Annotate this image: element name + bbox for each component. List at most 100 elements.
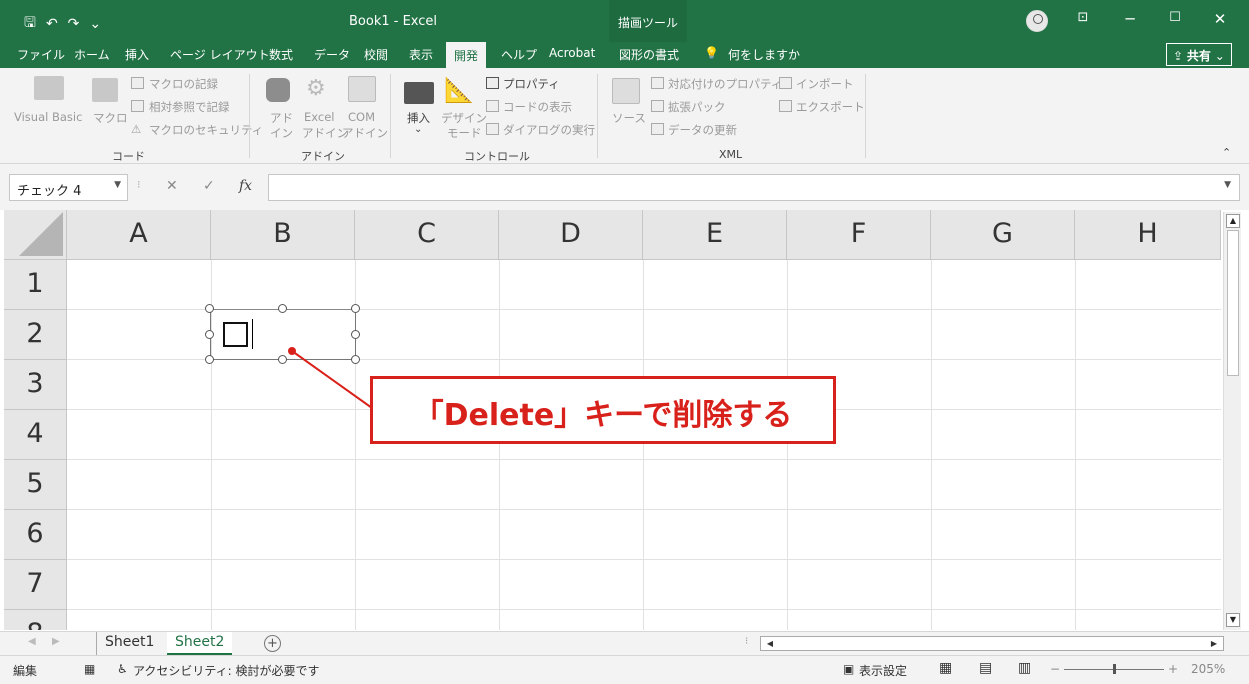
normal-view-icon[interactable]: ▦ <box>939 660 952 676</box>
column-header[interactable]: C <box>355 210 499 260</box>
page-break-view-icon[interactable]: ▥ <box>1018 660 1031 676</box>
qat-customize-icon[interactable]: ⌄ <box>89 16 101 32</box>
design-mode-label-2[interactable]: モード <box>447 125 482 141</box>
prev-sheet-icon[interactable]: ◀ <box>28 636 36 647</box>
accessibility-status[interactable]: アクセシビリティ: 検討が必要です <box>133 662 320 679</box>
column-header[interactable]: A <box>67 210 211 260</box>
minimize-button[interactable]: ─ <box>1120 10 1140 28</box>
relative-reference-button[interactable]: 相対参照で記録 <box>149 99 230 115</box>
name-box[interactable]: チェック 4 ▼ <box>9 174 128 201</box>
macro-button[interactable]: マクロ <box>93 110 128 126</box>
column-header[interactable]: E <box>643 210 787 260</box>
tab-view[interactable]: 表示 <box>409 46 433 63</box>
design-mode-label-1[interactable]: デザイン <box>441 110 487 126</box>
xml-source-button[interactable]: ソース <box>612 110 646 126</box>
run-dialog-button[interactable]: ダイアログの実行 <box>503 122 595 138</box>
resize-handle[interactable] <box>205 304 214 313</box>
column-header[interactable]: F <box>787 210 931 260</box>
resize-handle[interactable] <box>351 355 360 364</box>
view-code-button[interactable]: コードの表示 <box>503 99 572 115</box>
collapse-ribbon-icon[interactable]: ⌃ <box>1222 146 1231 159</box>
addin-label-1[interactable]: アド <box>270 110 293 126</box>
account-avatar-icon[interactable] <box>1026 10 1048 32</box>
add-sheet-icon[interactable]: + <box>264 635 281 652</box>
record-macro-button[interactable]: マクロの記録 <box>149 76 218 92</box>
resize-handle[interactable] <box>205 355 214 364</box>
resize-handle[interactable] <box>351 304 360 313</box>
column-header[interactable]: B <box>211 210 355 260</box>
row-header[interactable]: 8 <box>4 610 67 630</box>
visual-basic-button[interactable]: Visual Basic <box>14 110 82 124</box>
row-header[interactable]: 7 <box>4 560 67 610</box>
tab-data[interactable]: データ <box>314 46 350 63</box>
ribbon-display-options-icon[interactable]: ⊡ <box>1073 10 1093 25</box>
checkbox-control[interactable] <box>205 304 360 364</box>
column-header[interactable]: G <box>931 210 1075 260</box>
import-button[interactable]: インポート <box>796 76 854 92</box>
redo-icon[interactable]: ↷ <box>68 16 80 32</box>
display-settings-button[interactable]: 表示設定 <box>859 662 907 679</box>
tab-acrobat[interactable]: Acrobat <box>549 46 595 60</box>
tab-review[interactable]: 校閲 <box>364 46 388 63</box>
scroll-right-icon[interactable]: ▶ <box>1207 637 1221 650</box>
horizontal-scrollbar[interactable]: ◀ ▶ <box>760 636 1224 651</box>
refresh-data-button[interactable]: データの更新 <box>668 122 737 138</box>
chevron-down-icon[interactable]: ▼ <box>114 180 121 190</box>
scroll-left-icon[interactable]: ◀ <box>763 637 777 650</box>
next-sheet-icon[interactable]: ▶ <box>52 636 60 647</box>
vertical-scrollbar[interactable]: ▲ ▼ <box>1223 212 1241 630</box>
row-header[interactable]: 1 <box>4 260 67 310</box>
formula-input[interactable]: ▼ <box>268 174 1240 201</box>
column-header[interactable]: H <box>1075 210 1221 260</box>
scrollbar-thumb[interactable] <box>1227 230 1239 376</box>
undo-icon[interactable]: ↶ <box>46 16 58 32</box>
zoom-in-button[interactable]: + <box>1168 662 1178 676</box>
expand-formula-bar-icon[interactable]: ▼ <box>1224 180 1231 190</box>
excel-addin-label-1[interactable]: Excel <box>304 110 334 124</box>
enter-icon[interactable]: ✓ <box>203 178 215 194</box>
addin-label-2[interactable]: イン <box>270 125 293 141</box>
tell-me-search[interactable]: 何をしますか <box>728 46 800 63</box>
tab-formulas[interactable]: 数式 <box>269 46 293 63</box>
map-properties-button[interactable]: 対応付けのプロパティ <box>668 76 782 92</box>
zoom-slider-knob[interactable] <box>1113 664 1116 674</box>
export-button[interactable]: エクスポート <box>796 99 865 115</box>
tab-insert[interactable]: 挿入 <box>125 46 149 63</box>
tab-home[interactable]: ホーム <box>74 46 110 63</box>
zoom-level[interactable]: 205% <box>1191 662 1225 676</box>
column-header[interactable]: D <box>499 210 643 260</box>
share-button[interactable]: ⇪ 共有 ⌄ <box>1166 43 1232 66</box>
zoom-out-button[interactable]: − <box>1050 662 1060 676</box>
resize-handle[interactable] <box>278 304 287 313</box>
save-icon[interactable]: 🖫 <box>24 12 36 36</box>
sheet-tab-sheet1[interactable]: Sheet1 <box>96 632 162 655</box>
macro-record-icon[interactable]: ▦ <box>84 662 95 676</box>
resize-handle[interactable] <box>205 330 214 339</box>
tab-split-grip-icon[interactable]: ⁝ <box>745 636 748 647</box>
scroll-up-icon[interactable]: ▲ <box>1226 214 1240 228</box>
close-button[interactable]: ✕ <box>1210 10 1230 28</box>
select-all-button[interactable] <box>4 210 67 260</box>
tab-developer[interactable]: 開発 <box>446 42 487 68</box>
com-addin-label-2[interactable]: アドイン <box>342 125 388 141</box>
com-addin-label-1[interactable]: COM <box>348 110 375 124</box>
tab-file[interactable]: ファイル <box>17 46 65 63</box>
sheet-tab-sheet2[interactable]: Sheet2 <box>167 632 233 655</box>
properties-button[interactable]: プロパティ <box>503 76 560 92</box>
expansion-pack-button[interactable]: 拡張パック <box>668 99 726 115</box>
tab-page-layout[interactable]: ページ レイアウト <box>170 46 270 63</box>
cancel-icon[interactable]: ✕ <box>166 178 178 194</box>
row-header[interactable]: 6 <box>4 510 67 560</box>
row-header[interactable]: 4 <box>4 410 67 460</box>
row-header[interactable]: 3 <box>4 360 67 410</box>
macro-security-button[interactable]: マクロのセキュリティ <box>149 122 263 138</box>
page-layout-view-icon[interactable]: ▤ <box>979 660 992 676</box>
resize-handle[interactable] <box>351 330 360 339</box>
resize-handle[interactable] <box>278 355 287 364</box>
row-header[interactable]: 2 <box>4 310 67 360</box>
row-header[interactable]: 5 <box>4 460 67 510</box>
tab-help[interactable]: ヘルプ <box>501 46 537 63</box>
insert-function-icon[interactable]: fx <box>239 178 252 194</box>
tab-shape-format[interactable]: 図形の書式 <box>619 46 679 63</box>
scroll-down-icon[interactable]: ▼ <box>1226 613 1240 627</box>
